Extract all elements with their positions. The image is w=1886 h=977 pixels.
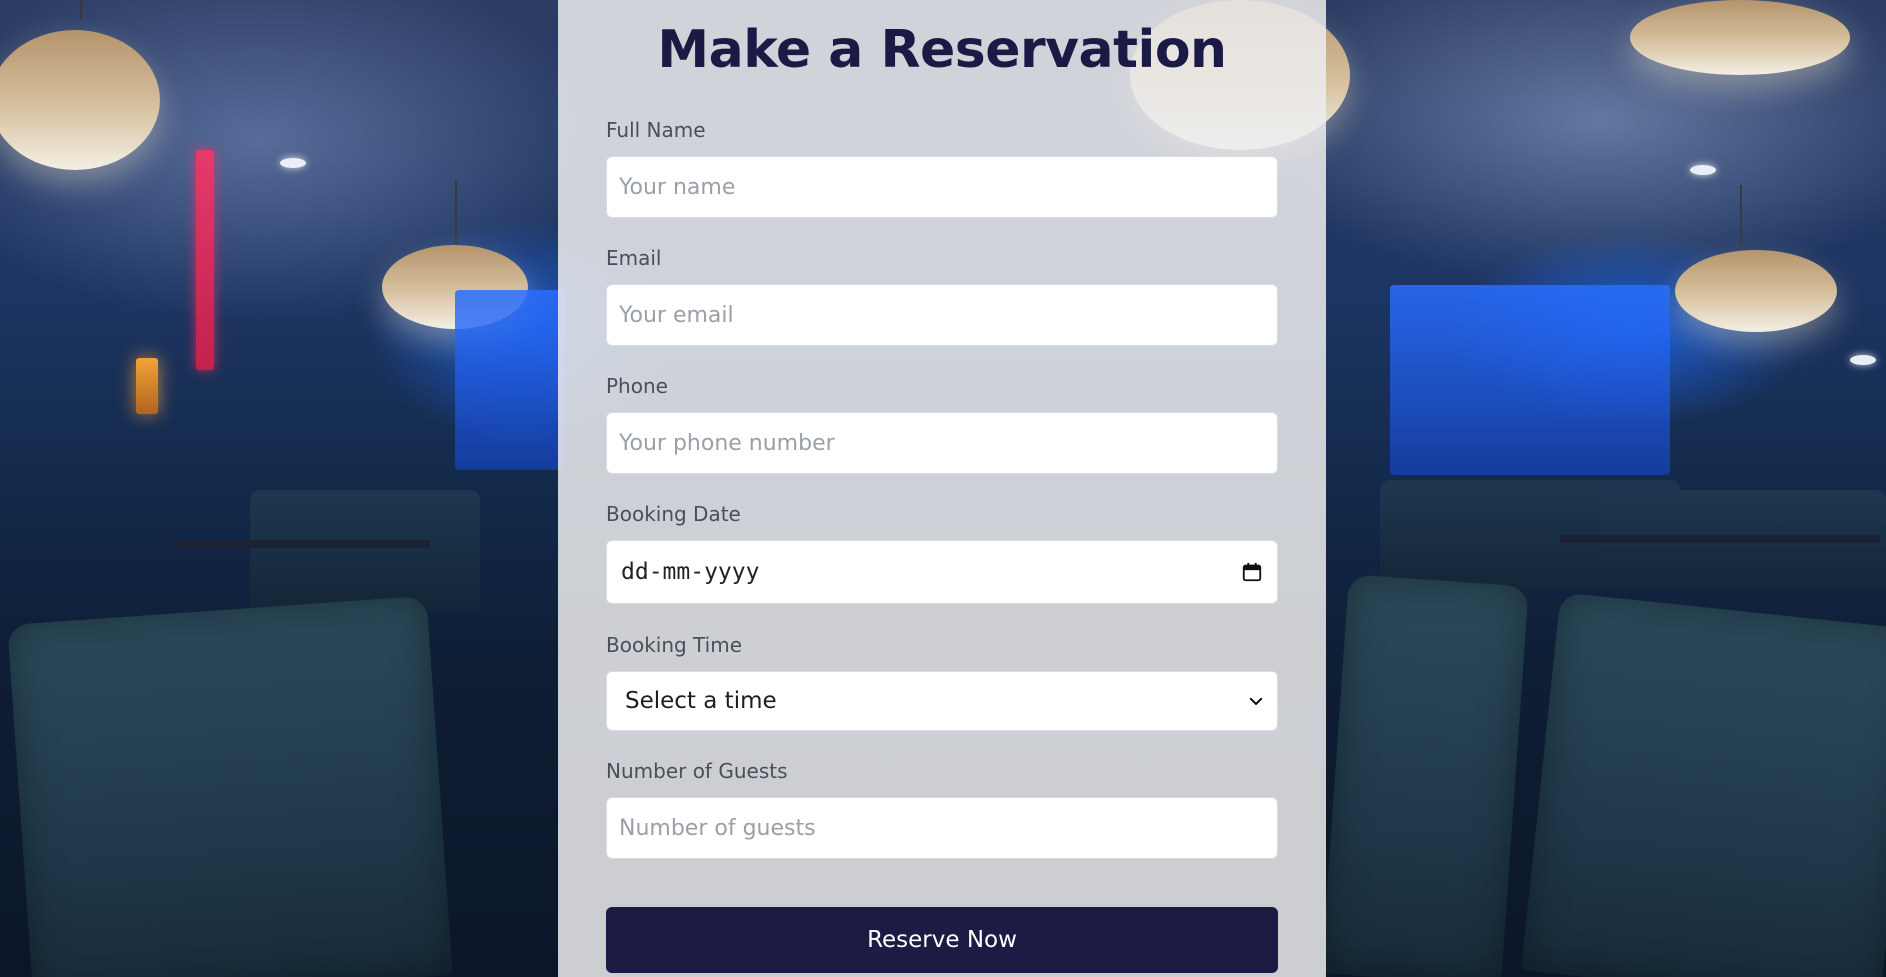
booking-time-select[interactable]: Select a time (606, 671, 1278, 731)
ceiling-light (1850, 355, 1876, 365)
wall-sconce (136, 358, 158, 414)
email-label: Email (606, 246, 662, 270)
booking-date-label: Booking Date (606, 502, 741, 526)
pendant-lamp (1675, 250, 1837, 332)
restaurant-background: Make a Reservation Full Name Email Phone… (0, 0, 1886, 977)
guests-input[interactable] (606, 797, 1278, 859)
chair (1321, 574, 1529, 977)
booking-date-input[interactable]: dd-mm-yyyy (606, 540, 1278, 604)
phone-label: Phone (606, 374, 668, 398)
lit-wall-panel (1390, 285, 1670, 475)
booking-time-label: Booking Time (606, 633, 743, 657)
chevron-down-icon (1249, 697, 1263, 705)
reservation-form: Make a Reservation Full Name Email Phone… (558, 0, 1326, 977)
phone-input[interactable] (606, 412, 1278, 474)
lamp-cord (455, 180, 457, 250)
neon-sign (196, 150, 214, 370)
full-name-label: Full Name (606, 118, 706, 142)
chair (1521, 592, 1886, 977)
pendant-lamp (0, 30, 160, 170)
lit-wall-panel (455, 290, 565, 470)
date-placeholder: dd-mm-yyyy (621, 559, 760, 585)
booth-seat (250, 490, 480, 610)
chair (7, 595, 453, 977)
lamp-cord (80, 0, 82, 20)
booking-time-selected: Select a time (625, 688, 777, 714)
reserve-now-button[interactable]: Reserve Now (606, 907, 1278, 973)
full-name-input[interactable] (606, 156, 1278, 218)
guests-label: Number of Guests (606, 759, 788, 783)
ceiling-light (1690, 165, 1716, 175)
table (170, 540, 430, 548)
calendar-icon[interactable] (1241, 561, 1263, 583)
ceiling-light (280, 158, 306, 168)
form-title: Make a Reservation (657, 20, 1227, 80)
pendant-lamp (1630, 0, 1850, 75)
email-input[interactable] (606, 284, 1278, 346)
table (1560, 535, 1880, 543)
lamp-cord (1740, 185, 1742, 255)
